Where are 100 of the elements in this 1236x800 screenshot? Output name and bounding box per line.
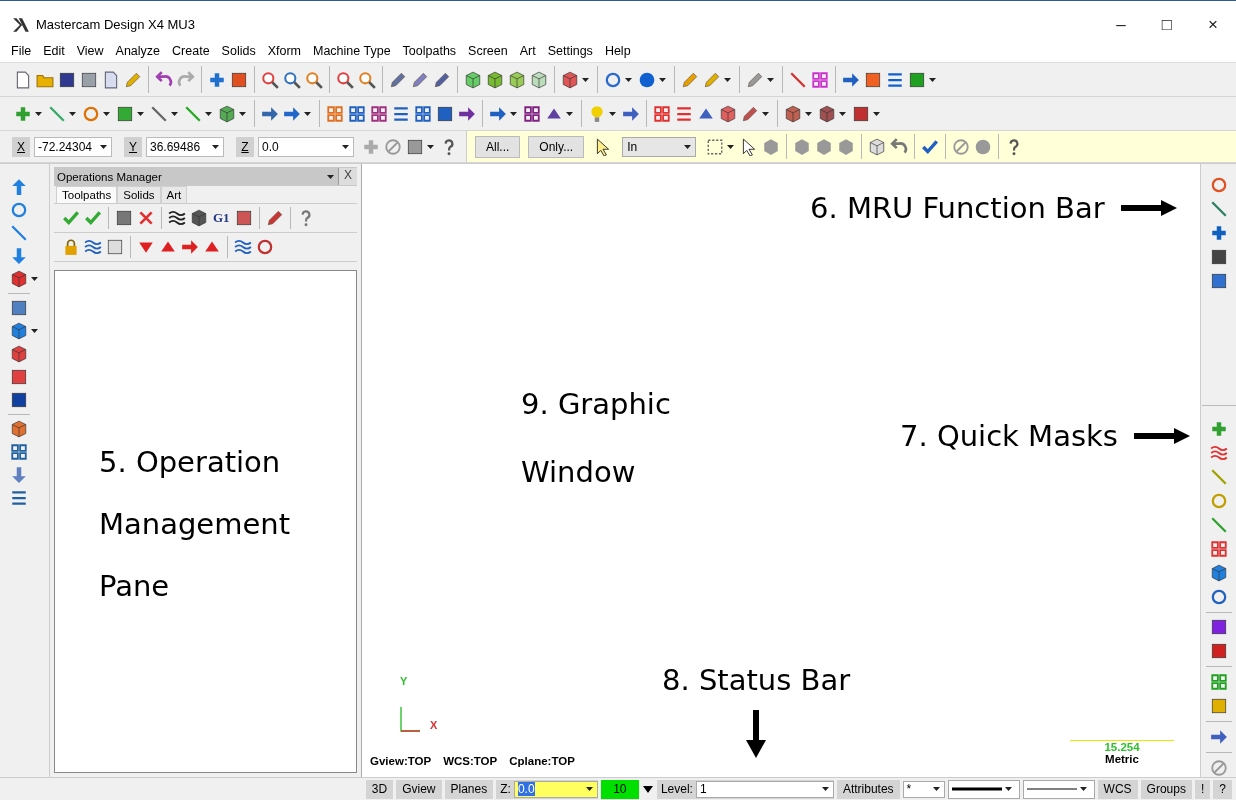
line-icon[interactable] <box>10 224 28 242</box>
circle-icon[interactable] <box>10 201 28 219</box>
lock-icon[interactable] <box>62 238 80 256</box>
pencil-icon[interactable] <box>741 104 759 123</box>
menu-item[interactable]: Machine Type <box>307 44 397 58</box>
menu-item[interactable]: View <box>70 44 110 58</box>
hexagon-icon[interactable] <box>837 137 856 156</box>
cube-icon[interactable] <box>486 70 504 89</box>
pencil-icon[interactable] <box>411 70 429 89</box>
checkmark-icon[interactable] <box>62 209 80 227</box>
menu-item[interactable]: Toolpaths <box>396 44 463 58</box>
down-arrow-icon[interactable] <box>10 247 28 265</box>
no-entry-icon[interactable] <box>952 137 971 156</box>
status-button[interactable]: WCS <box>1097 779 1138 799</box>
pencil-icon[interactable] <box>124 70 142 89</box>
selection-button[interactable]: All... <box>475 135 521 158</box>
status-button[interactable]: ! <box>1194 779 1211 799</box>
minimize-button[interactable]: – <box>1098 14 1144 35</box>
plus-icon[interactable] <box>1209 224 1228 242</box>
cube-icon[interactable] <box>784 104 802 123</box>
circle-icon[interactable] <box>256 238 274 256</box>
menu-item[interactable]: Art <box>513 44 542 58</box>
menu-item[interactable]: Xform <box>261 44 307 58</box>
status-button[interactable]: 3D <box>365 779 394 799</box>
cube-icon[interactable] <box>1209 563 1228 582</box>
square-icon[interactable] <box>406 137 424 156</box>
status-field[interactable]: 1 <box>695 780 834 798</box>
pencil-icon[interactable] <box>681 70 699 89</box>
status-button[interactable]: Planes <box>444 779 494 799</box>
cube-icon[interactable] <box>10 420 28 438</box>
square-icon[interactable] <box>58 70 76 89</box>
grid-icon[interactable] <box>811 70 829 89</box>
coordinate-field[interactable]: 0.0 <box>258 136 354 157</box>
cube-icon[interactable] <box>530 70 548 89</box>
square-icon[interactable] <box>864 70 882 89</box>
coordinate-field[interactable]: -72.24304 <box>34 136 112 157</box>
down-arrow-icon[interactable] <box>10 466 28 484</box>
grid-icon[interactable] <box>370 104 388 123</box>
undo-icon[interactable] <box>890 137 909 156</box>
g1-button[interactable]: G1 <box>213 210 230 226</box>
menu-item[interactable]: Settings <box>541 44 599 58</box>
cube-icon[interactable] <box>218 104 236 123</box>
maximize-button[interactable]: □ <box>1144 14 1190 35</box>
zoom-icon[interactable] <box>358 70 376 89</box>
undo-icon[interactable] <box>155 70 173 89</box>
checkmark-icon[interactable] <box>921 137 940 156</box>
line-icon[interactable] <box>1209 515 1228 534</box>
line-icon[interactable] <box>1209 200 1228 218</box>
status-button[interactable]: Gview <box>396 779 442 799</box>
document-icon[interactable] <box>14 70 32 89</box>
zoom-icon[interactable] <box>283 70 301 89</box>
grid-icon[interactable] <box>523 104 541 123</box>
close-button[interactable]: × <box>1190 14 1236 35</box>
cube-icon[interactable] <box>719 104 737 123</box>
menu-item[interactable]: Create <box>166 44 216 58</box>
square-icon[interactable] <box>10 391 28 409</box>
square-icon[interactable] <box>234 209 253 227</box>
cube-icon[interactable] <box>10 270 28 288</box>
menu-item[interactable]: Help <box>598 44 637 58</box>
up-arrow-icon[interactable] <box>10 178 28 196</box>
tab[interactable]: Toolpaths <box>56 186 118 203</box>
dashed-square-icon[interactable] <box>706 137 725 156</box>
status-button[interactable]: ? <box>1213 779 1232 799</box>
circle-icon[interactable] <box>1209 176 1228 194</box>
cube-icon[interactable] <box>464 70 482 89</box>
menu-item[interactable]: Solids <box>215 44 262 58</box>
plus-icon[interactable] <box>208 70 226 89</box>
square-icon[interactable] <box>1209 642 1228 661</box>
square-icon[interactable] <box>10 368 28 386</box>
status-button[interactable]: Groups <box>1140 779 1192 799</box>
square-icon[interactable] <box>1209 248 1228 266</box>
coordinate-field[interactable]: 36.69486 <box>146 136 224 157</box>
line-icon[interactable] <box>789 70 807 89</box>
pencil-icon[interactable] <box>433 70 451 89</box>
hexagon-icon[interactable] <box>793 137 812 156</box>
plus-icon[interactable] <box>1209 419 1228 438</box>
square-icon[interactable] <box>116 104 134 123</box>
selection-mode-dropdown[interactable]: In <box>622 136 697 157</box>
square-icon[interactable] <box>908 70 926 89</box>
selection-button[interactable]: Only... <box>528 135 585 158</box>
square-icon[interactable] <box>1209 618 1228 637</box>
square-icon[interactable] <box>852 104 870 123</box>
cube-icon[interactable] <box>10 322 28 340</box>
tab[interactable]: Art <box>160 186 188 203</box>
cube-icon[interactable] <box>10 345 28 363</box>
sphere-icon[interactable] <box>974 137 993 156</box>
point-style-dropdown[interactable]: * <box>902 780 945 798</box>
pencil-icon[interactable] <box>389 70 407 89</box>
line-style-dropdown[interactable] <box>947 779 1020 799</box>
cube-icon[interactable] <box>508 70 526 89</box>
circle-icon[interactable] <box>604 70 622 89</box>
menu-item[interactable]: Edit <box>37 44 71 58</box>
square-icon[interactable] <box>10 299 28 317</box>
grid-icon[interactable] <box>348 104 366 123</box>
square-icon[interactable] <box>80 70 98 89</box>
waves-icon[interactable] <box>168 209 186 227</box>
hexagon-icon[interactable] <box>815 137 834 156</box>
tab[interactable]: Solids <box>117 186 161 203</box>
color-selector[interactable]: 10 <box>600 779 639 799</box>
lines-icon[interactable] <box>675 104 693 123</box>
